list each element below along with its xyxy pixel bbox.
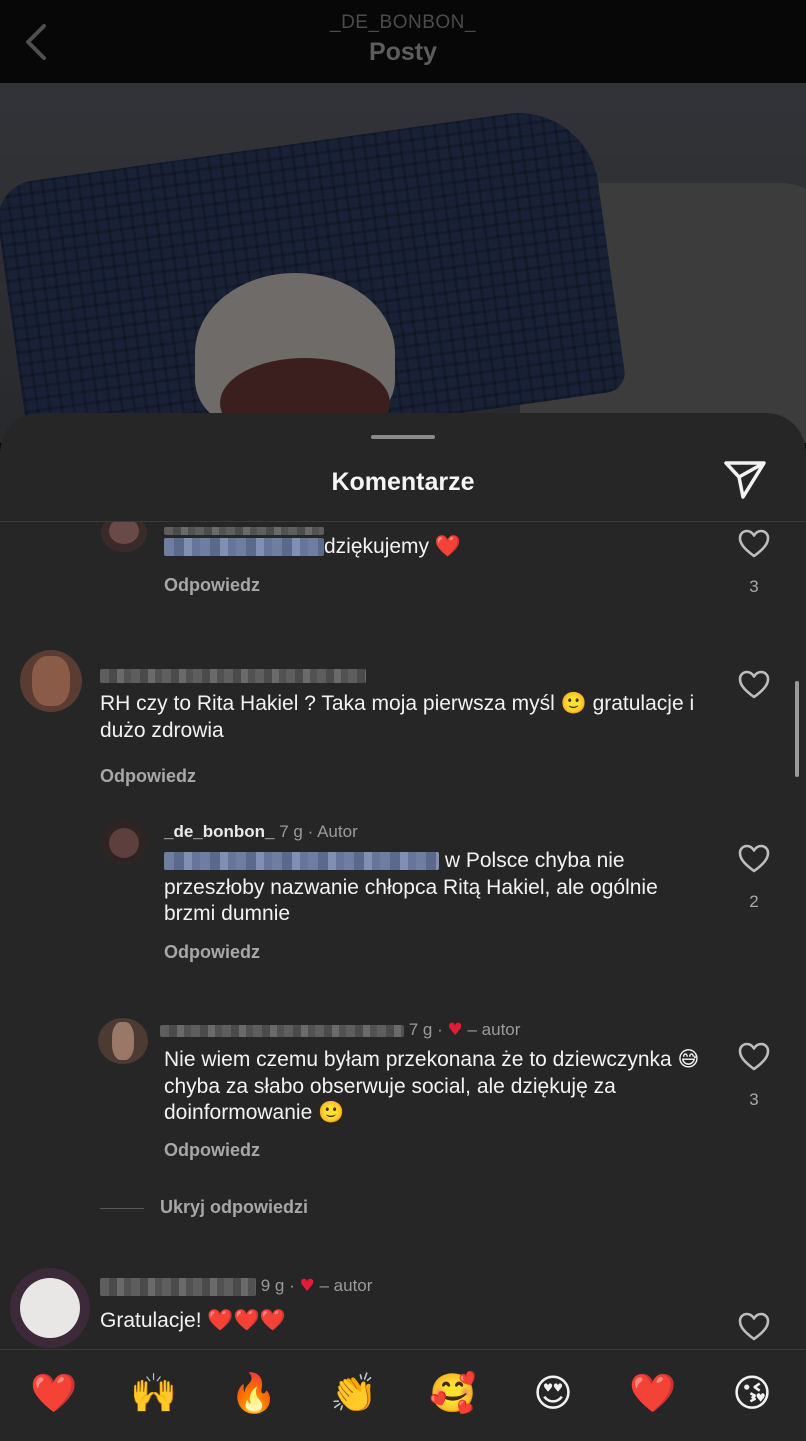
emoji-button[interactable]: ❤️ [628,1368,678,1418]
author-badge: – autor [467,1020,521,1039]
avatar[interactable] [101,522,147,552]
emoji-button[interactable]: 😘 [727,1368,777,1418]
heart-icon[interactable] [738,529,770,559]
photo-dim-overlay [0,83,806,443]
emoji-button[interactable]: 😍 [528,1368,578,1418]
emoji-button[interactable]: 🔥 [229,1368,279,1418]
emoji-button[interactable]: ❤️ [29,1368,79,1418]
reply-button[interactable]: Odpowiedz [164,942,260,963]
creator-heart-icon: ♥ [299,1276,315,1296]
header-title: Posty [368,38,438,66]
heart-icon[interactable] [738,1042,770,1072]
list-item: 7 g · ♥ – autor Nie wiem czemu byłam prz… [0,1018,806,1178]
scrollbar[interactable] [795,681,799,777]
comment-meta: 9 g · ♥ – autor [100,1276,372,1296]
avatar[interactable] [20,650,82,712]
comment-username[interactable]: _de_bonbon_ [164,822,275,841]
reply-button[interactable]: Odpowiedz [164,575,260,596]
emoji-button[interactable]: 👏 [329,1368,379,1418]
sheet-title: Komentarze [331,468,475,496]
blurred-username [100,1277,256,1296]
author-badge: – autor [319,1276,373,1295]
like-count: 2 [749,892,759,911]
comment-time: 9 g [260,1276,285,1295]
avatar[interactable] [10,1268,90,1348]
comments-list[interactable]: dziękujemy ❤️ Odpowiedz 3 RH czy to Rita… [0,522,806,1349]
emoji-button[interactable]: 🙌 [129,1368,179,1418]
comment-time: 7 g [408,1020,433,1039]
author-badge: Autor [317,822,358,841]
hide-replies-button[interactable]: Ukryj odpowiedzi [160,1197,308,1218]
emoji-button[interactable]: 🥰 [428,1368,478,1418]
list-item: 9 g · ♥ – autor Gratulacje! ❤️❤️❤️ [0,1268,806,1349]
comment-meta: _de_bonbon_ 7 g · Autor [164,822,358,841]
heart-emoji: ❤️ [434,534,462,558]
reply-button[interactable]: Odpowiedz [100,766,196,787]
emoji-bar: ❤️ 🙌 🔥 👏 🥰 😍 ❤️ 😘 [0,1349,806,1441]
list-item: _de_bonbon_ 7 g · Autor w Polsce chyba n… [0,820,806,980]
blurred-username [100,668,366,683]
like-count: 3 [749,577,759,596]
avatar[interactable] [98,1018,148,1064]
creator-heart-icon: ♥ [447,1020,463,1040]
list-item: dziękujemy ❤️ Odpowiedz 3 [0,522,806,622]
comment-text-tail: dziękujemy [324,535,430,558]
comment-meta: 7 g · ♥ – autor [160,1020,520,1040]
avatar[interactable] [101,820,147,866]
comments-sheet: Komentarze dziękujemy ❤️ Odpowiedz 3 RH … [0,413,806,1440]
post-photo [0,83,806,443]
comment-text: Gratulacje! ❤️❤️❤️ [100,1308,286,1332]
heart-icon[interactable] [738,844,770,874]
like-count: 3 [749,1090,759,1109]
heart-icon[interactable] [738,1312,770,1342]
hide-replies-line [100,1208,144,1209]
heart-icon[interactable] [738,670,770,700]
comment-text: Nie wiem czemu byłam przekonana że to dz… [164,1048,700,1124]
list-item: RH czy to Rita Hakiel ? Taka moja pierws… [0,650,806,790]
heart-emojis: ❤️❤️❤️ [207,1308,286,1332]
comment-time: 7 g [279,822,303,841]
blurred-mention [164,852,439,871]
send-icon[interactable] [722,459,768,501]
header-username: _DE_BONBON_ [330,12,476,33]
sheet-drag-handle[interactable] [371,435,435,439]
reply-button[interactable]: Odpowiedz [164,1140,260,1161]
comment-text: w Polsce chyba nie przeszłoby nazwanie c… [164,849,658,925]
comment-text: RH czy to Rita Hakiel ? Taka moja pierws… [100,692,695,742]
blurred-mention [164,538,324,557]
comment-text: dziękujemy ❤️ [164,533,461,561]
top-header: _DE_BONBON_ Posty [0,0,806,83]
blurred-username [160,1024,404,1037]
